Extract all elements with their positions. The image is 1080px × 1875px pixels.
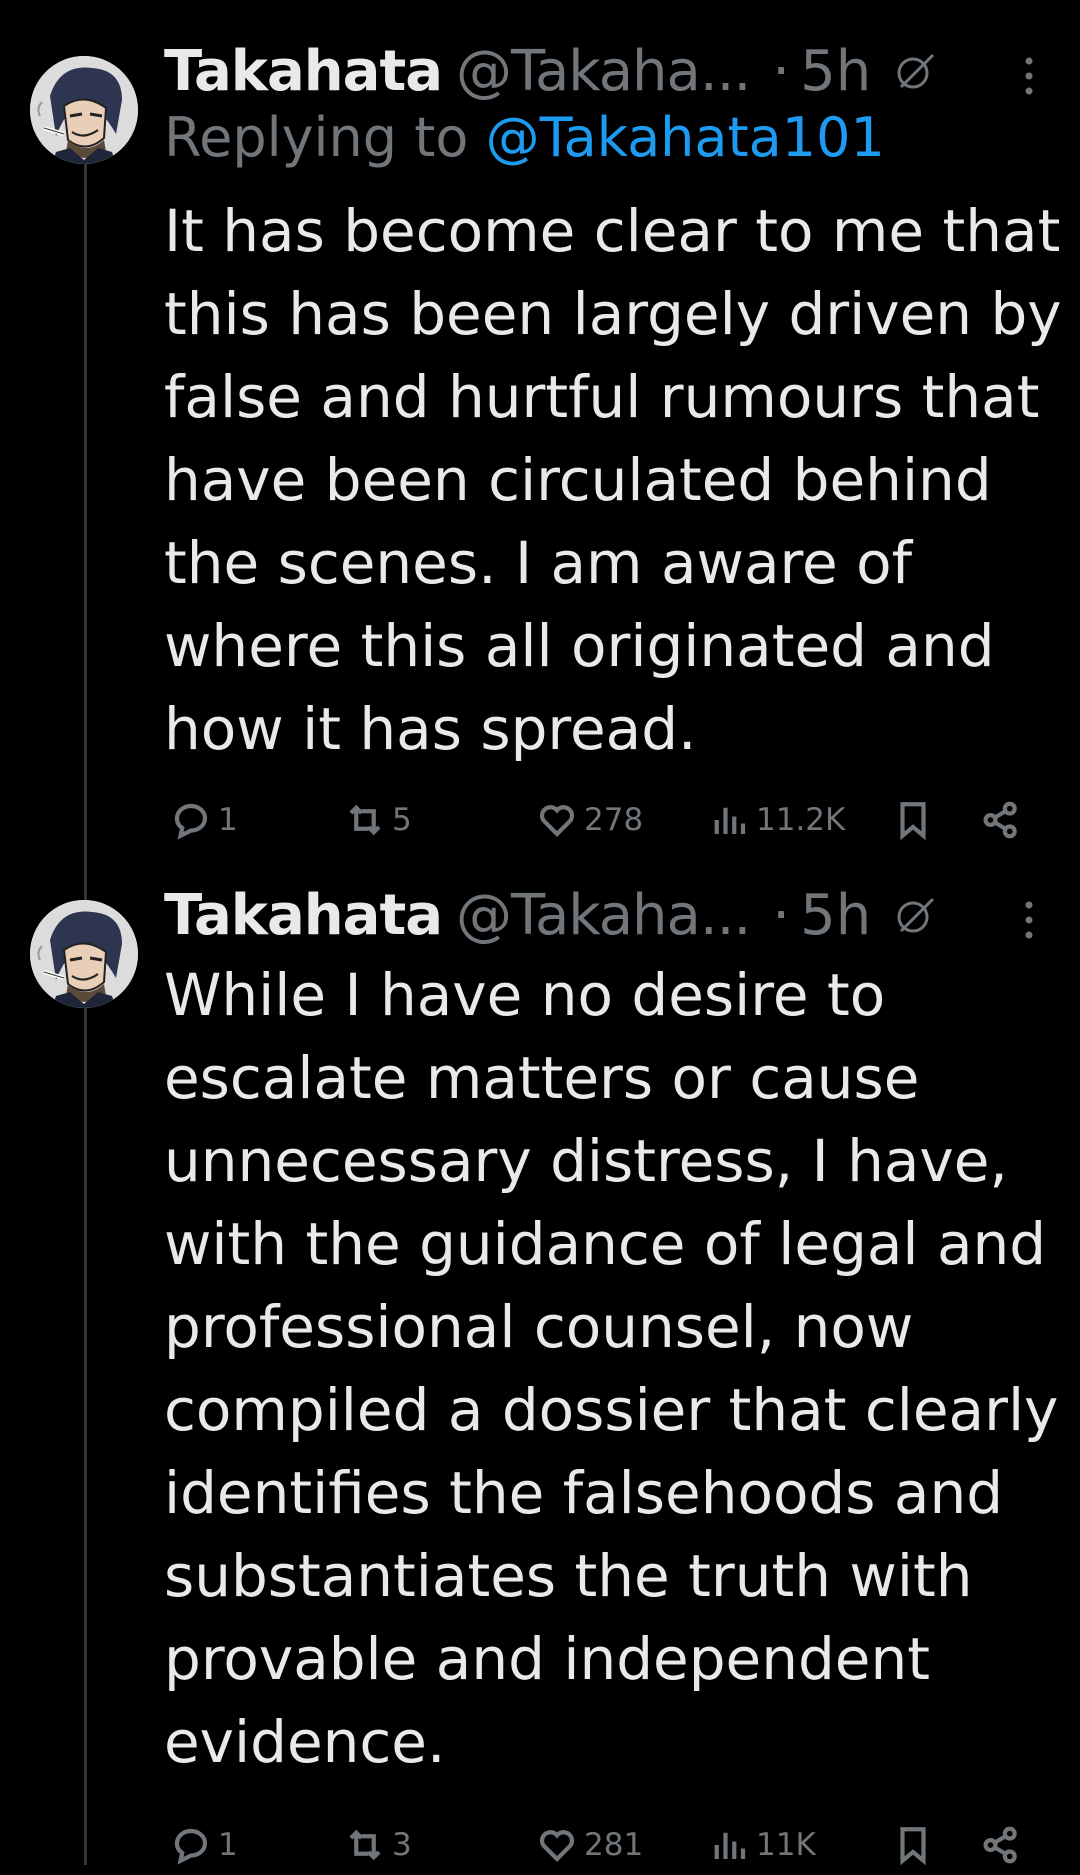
share-icon bbox=[983, 1826, 1017, 1864]
tweet-actions: 1 3 281 11K bbox=[164, 1815, 1044, 1875]
replying-to-label: Replying to bbox=[164, 106, 469, 169]
views-icon bbox=[714, 807, 746, 834]
share-button[interactable] bbox=[980, 790, 1022, 850]
timestamp[interactable]: 5h bbox=[800, 39, 871, 104]
repost-count: 5 bbox=[392, 802, 412, 838]
tweet-actions: 1 5 278 11.2K bbox=[164, 790, 1044, 850]
like-count: 278 bbox=[584, 802, 644, 838]
like-icon bbox=[539, 805, 575, 837]
reply-icon bbox=[174, 1828, 208, 1865]
repost-count: 3 bbox=[392, 1827, 412, 1863]
repost-button[interactable]: 3 bbox=[344, 1815, 412, 1875]
author-handle[interactable]: @Takaha... bbox=[456, 883, 751, 948]
replying-to-mention[interactable]: @Takahata101 bbox=[486, 106, 885, 169]
replying-to: Replying to @Takahata101 bbox=[164, 106, 885, 169]
views-button[interactable]: 11.2K bbox=[708, 790, 845, 850]
author-name[interactable]: Takahata bbox=[164, 39, 443, 104]
reply-count: 1 bbox=[218, 1827, 238, 1863]
grok-icon[interactable] bbox=[893, 893, 937, 937]
separator-dot: · bbox=[772, 882, 791, 948]
reply-button[interactable]: 1 bbox=[170, 1815, 238, 1875]
reply-icon bbox=[174, 803, 208, 840]
separator-dot: · bbox=[772, 38, 791, 104]
tweet[interactable]: Takahata @Takaha... · 5h While I have no… bbox=[0, 860, 1080, 1866]
views-button[interactable]: 11K bbox=[708, 1815, 816, 1875]
like-button[interactable]: 278 bbox=[536, 790, 643, 850]
avatar[interactable] bbox=[30, 56, 138, 164]
grok-icon[interactable] bbox=[893, 49, 937, 93]
bookmark-button[interactable] bbox=[892, 1815, 934, 1875]
views-icon bbox=[714, 1832, 746, 1859]
views-count: 11.2K bbox=[756, 802, 846, 838]
reply-button[interactable]: 1 bbox=[170, 790, 238, 850]
tweet-text: While I have no desire to escalate matte… bbox=[164, 961, 1059, 1776]
avatar[interactable] bbox=[30, 900, 138, 1008]
more-icon[interactable] bbox=[1022, 900, 1036, 940]
like-button[interactable]: 281 bbox=[536, 1815, 643, 1875]
tweet[interactable]: Takahata @Takaha... · 5h Replying to @Ta… bbox=[0, 0, 1080, 860]
reply-count: 1 bbox=[218, 802, 238, 838]
tweet-text: It has become clear to me that this has … bbox=[164, 197, 1062, 763]
author-handle[interactable]: @Takaha... bbox=[456, 39, 751, 104]
bookmark-icon bbox=[900, 802, 926, 841]
more-icon[interactable] bbox=[1022, 56, 1036, 96]
views-count: 11K bbox=[756, 1827, 816, 1863]
timestamp[interactable]: 5h bbox=[800, 883, 871, 948]
repost-icon bbox=[349, 804, 381, 836]
share-icon bbox=[983, 801, 1017, 839]
like-icon bbox=[539, 1830, 575, 1862]
bookmark-icon bbox=[900, 1827, 926, 1866]
repost-button[interactable]: 5 bbox=[344, 790, 412, 850]
author-name[interactable]: Takahata bbox=[164, 883, 443, 948]
share-button[interactable] bbox=[980, 1815, 1022, 1875]
repost-icon bbox=[349, 1829, 381, 1861]
like-count: 281 bbox=[584, 1827, 644, 1863]
bookmark-button[interactable] bbox=[892, 790, 934, 850]
